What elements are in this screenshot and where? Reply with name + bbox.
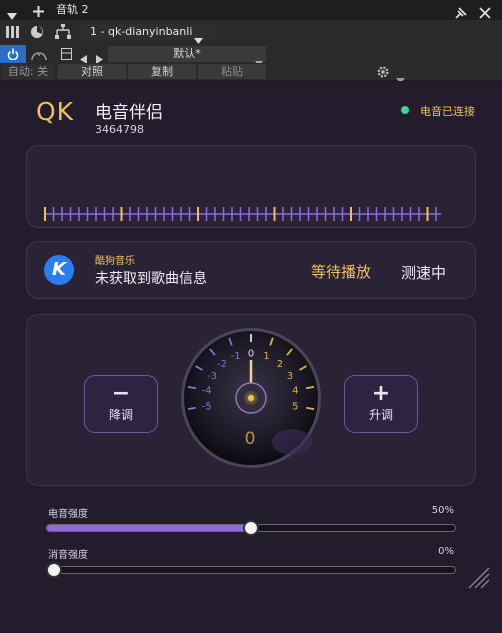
paste-button[interactable]: 粘贴 — [198, 64, 266, 79]
knob-tick-label: 2 — [277, 359, 283, 370]
pitch-timeline — [44, 207, 441, 221]
kugou-logo: K — [44, 255, 74, 285]
power-button[interactable] — [0, 45, 26, 63]
connection-status: 电音已连接 — [420, 105, 475, 118]
knob-tick-label: 0 — [248, 349, 254, 360]
plus-icon: + — [371, 381, 391, 406]
denoise-value: 0% — [438, 546, 454, 557]
strength-label: 电音强度 — [48, 509, 88, 520]
pitch-visualizer-panel — [26, 145, 476, 228]
preset-selector[interactable]: 默认* — [108, 46, 266, 62]
track-toolbar — [0, 20, 502, 46]
dial-icon[interactable] — [26, 22, 48, 42]
copy-button[interactable]: 复制 — [128, 64, 196, 79]
minus-icon: − — [111, 381, 131, 406]
denoise-slider[interactable] — [46, 566, 456, 574]
play-state: 等待播放 — [311, 263, 372, 281]
app-id: 3464798 — [95, 123, 144, 136]
denoise-slider-thumb[interactable] — [46, 562, 62, 578]
song-info: 未获取到歌曲信息 — [95, 271, 207, 287]
window-title: 音轨 2 — [56, 3, 89, 16]
pitch-down-label: 降调 — [108, 408, 133, 422]
strength-slider-thumb[interactable] — [243, 520, 259, 536]
pitch-up-label: 升调 — [368, 408, 393, 422]
pitch-down-button[interactable]: − 降调 — [84, 375, 158, 433]
knob-tick-label: 5 — [292, 401, 298, 412]
resize-grip-icon[interactable] — [467, 566, 491, 594]
routing-icon[interactable] — [52, 22, 74, 42]
app-title: 电音伴侣 — [95, 103, 163, 123]
knob-tick-label: 1 — [263, 351, 269, 362]
strength-value: 50% — [431, 505, 454, 516]
connection-status-dot — [401, 106, 409, 114]
strength-slider-fill — [47, 525, 251, 531]
compare-button[interactable]: 对照 — [58, 64, 126, 79]
knob-tick-label: -4 — [202, 386, 212, 397]
app-logo: QK — [36, 97, 75, 126]
preset-name: 默认* — [173, 47, 201, 60]
knob-tick-label: -2 — [217, 359, 227, 370]
track-name: 1 - qk-dianyinbanli — [90, 25, 193, 38]
knob-tick-label: 4 — [292, 386, 298, 397]
song-source: 酷狗音乐 — [95, 256, 135, 267]
rack-icon[interactable] — [2, 22, 24, 42]
speed-state: 测速中 — [401, 264, 447, 282]
pitch-value: 0 — [244, 429, 256, 449]
knob-tick-label: -5 — [202, 401, 212, 412]
power-icon — [7, 48, 19, 60]
knob-tick-label: 3 — [287, 371, 293, 382]
knob-tick-label: -3 — [207, 371, 217, 382]
pitch-up-button[interactable]: + 升调 — [344, 375, 418, 433]
denoise-label: 消音强度 — [48, 550, 88, 561]
preset-menu-icon[interactable] — [58, 46, 74, 62]
knob-tick-label: -1 — [231, 351, 241, 362]
auto-button[interactable]: 自动: 关 — [2, 64, 54, 79]
